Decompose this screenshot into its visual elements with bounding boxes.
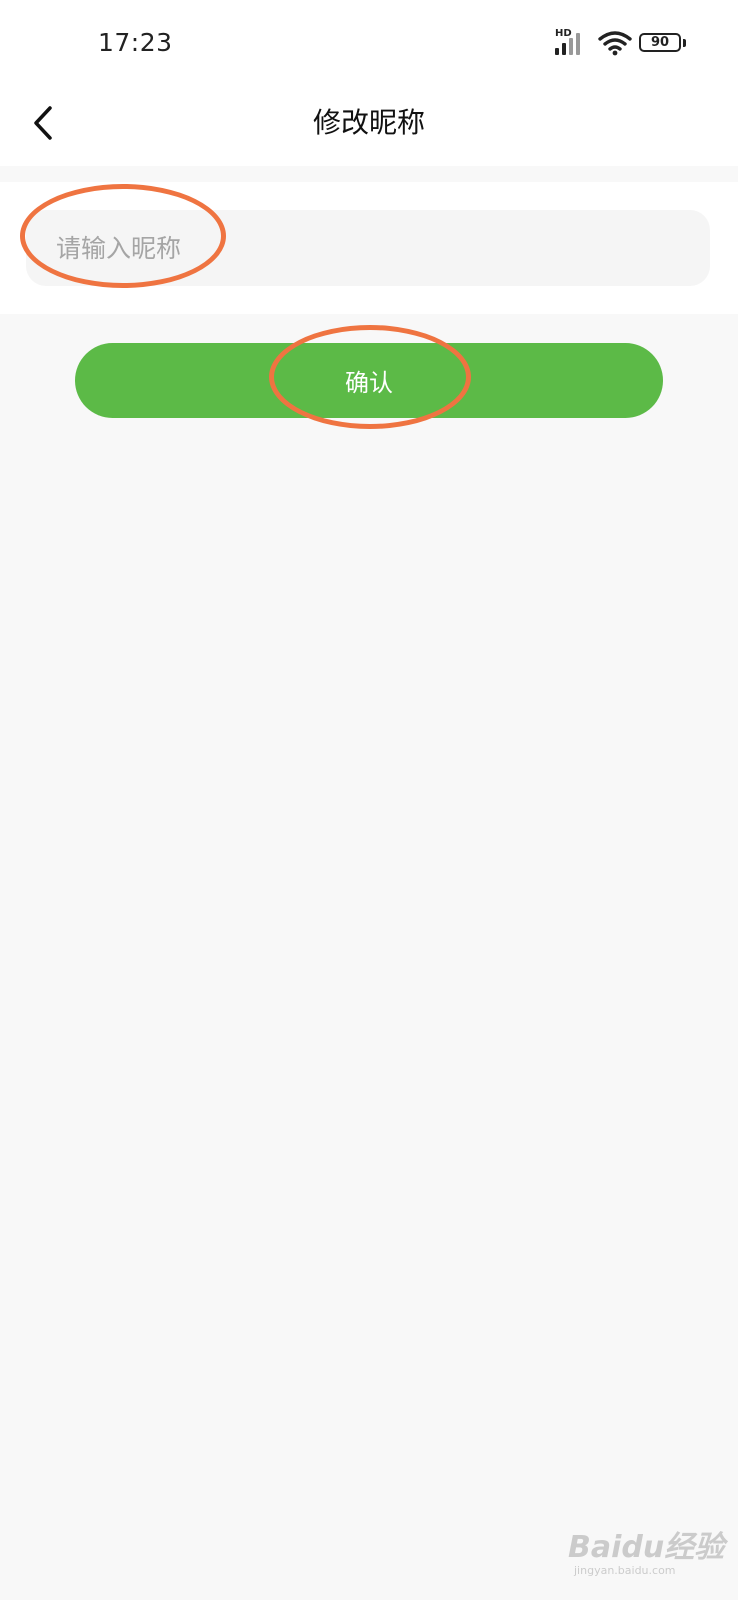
- watermark-brand: Baidu经验: [568, 1530, 725, 1565]
- battery-level: 90: [650, 35, 670, 50]
- page-title: 修改昵称: [312, 106, 425, 139]
- nickname-input[interactable]: [26, 210, 710, 286]
- watermark-url: jingyan.baidu.com: [574, 1564, 676, 1577]
- baidu-watermark: Baidu经验 jingyan.baidu.com: [568, 1512, 724, 1586]
- battery-nub: [683, 39, 686, 47]
- nav-bar: 修改昵称: [0, 82, 738, 166]
- nickname-card: [0, 182, 738, 314]
- wifi-icon: [598, 31, 632, 56]
- confirm-button[interactable]: 确认: [75, 343, 663, 418]
- battery-icon: 90: [639, 33, 681, 52]
- status-time: 17:23: [98, 28, 173, 57]
- signal-icon: HD: [555, 29, 591, 55]
